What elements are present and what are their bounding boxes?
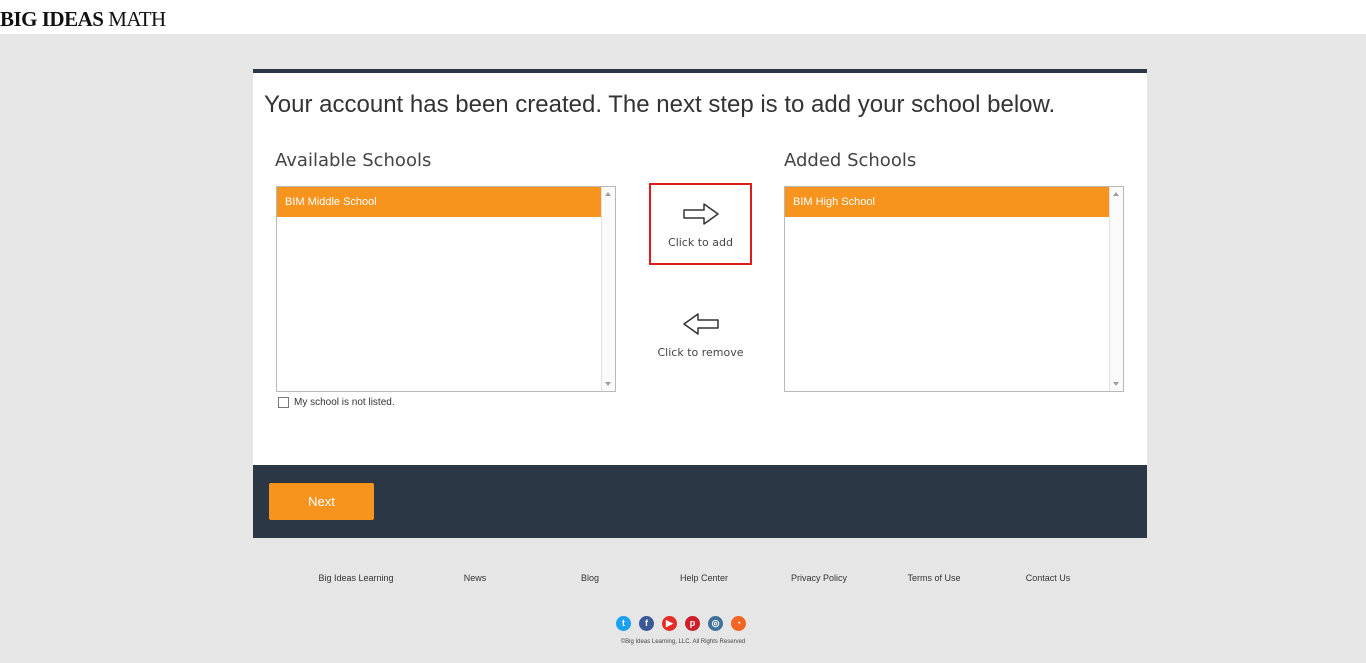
- youtube-icon[interactable]: ▶: [662, 616, 677, 631]
- available-schools-title: Available Schools: [275, 150, 432, 171]
- arrow-left-icon: [682, 313, 719, 335]
- rss-icon[interactable]: ◔: [731, 616, 746, 631]
- logo[interactable]: BIG IDEAS MATH: [0, 7, 166, 32]
- next-button[interactable]: Next: [269, 483, 374, 520]
- page-title: Your account has been created. The next …: [264, 91, 1056, 118]
- scrollbar[interactable]: [1109, 187, 1123, 391]
- footer-link-help-center[interactable]: Help Center: [680, 573, 728, 583]
- footer-link-terms-of-use[interactable]: Terms of Use: [907, 573, 960, 583]
- logo-rest: MATH: [103, 7, 166, 31]
- list-item[interactable]: BIM High School: [785, 187, 1111, 217]
- footer-links: Big Ideas Learning News Blog Help Center…: [0, 573, 1366, 587]
- school-not-listed-option[interactable]: My school is not listed.: [278, 397, 395, 408]
- instagram-icon[interactable]: ◎: [708, 616, 723, 631]
- action-bar: Next: [253, 465, 1147, 538]
- scroll-up-icon[interactable]: [1113, 192, 1119, 196]
- school-card: Your account has been created. The next …: [253, 69, 1147, 465]
- arrow-right-icon: [682, 203, 719, 225]
- list-item[interactable]: BIM Middle School: [277, 187, 603, 217]
- copyright-text: ©Big Ideas Learning, LLC. All Rights Res…: [620, 639, 746, 645]
- add-school-label: Click to add: [668, 236, 733, 249]
- school-not-listed-label: My school is not listed.: [294, 397, 395, 408]
- footer-link-contact-us[interactable]: Contact Us: [1026, 573, 1071, 583]
- logo-bold: BIG IDEAS: [0, 7, 104, 31]
- remove-school-button[interactable]: Click to remove: [649, 307, 752, 377]
- scroll-up-icon[interactable]: [605, 192, 611, 196]
- footer-link-big-ideas-learning[interactable]: Big Ideas Learning: [318, 573, 393, 583]
- scroll-down-icon[interactable]: [1113, 382, 1119, 386]
- footer-link-blog[interactable]: Blog: [581, 573, 599, 583]
- add-school-button[interactable]: Click to add: [649, 183, 752, 265]
- social-links: t f ▶ p ◎ ◔: [616, 616, 746, 631]
- school-not-listed-checkbox[interactable]: [278, 397, 289, 408]
- pinterest-icon[interactable]: p: [685, 616, 700, 631]
- scroll-down-icon[interactable]: [605, 382, 611, 386]
- scrollbar[interactable]: [601, 187, 615, 391]
- remove-school-label: Click to remove: [657, 346, 744, 359]
- available-schools-list[interactable]: BIM Middle School: [276, 186, 616, 392]
- footer-link-privacy-policy[interactable]: Privacy Policy: [791, 573, 847, 583]
- facebook-icon[interactable]: f: [639, 616, 654, 631]
- footer-link-news[interactable]: News: [464, 573, 487, 583]
- added-schools-list[interactable]: BIM High School: [784, 186, 1124, 392]
- top-bar: BIG IDEAS MATH: [0, 0, 1366, 34]
- added-schools-title: Added Schools: [784, 150, 917, 171]
- twitter-icon[interactable]: t: [616, 616, 631, 631]
